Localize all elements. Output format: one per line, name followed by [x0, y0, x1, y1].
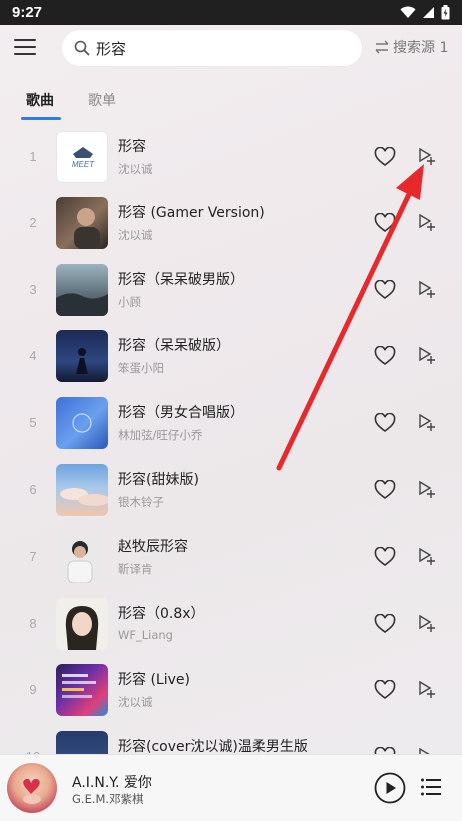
song-title: 形容（男女合唱版）	[118, 405, 244, 421]
add-to-playlist-icon[interactable]	[417, 280, 437, 300]
song-title: 形容(甜妹版)	[118, 472, 199, 488]
song-cover	[56, 598, 108, 650]
menu-icon[interactable]	[14, 39, 36, 57]
search-source-button[interactable]: 搜索源 1	[374, 37, 448, 57]
status-icons	[400, 5, 450, 20]
song-title: 形容 (Live)	[118, 672, 190, 688]
song-index: 5	[29, 415, 37, 430]
cover-text: MEET	[72, 160, 95, 169]
signal-icon	[423, 7, 434, 18]
song-index: 3	[29, 282, 37, 297]
song-row[interactable]: 7 赵牧辰形容 靳译肯	[0, 524, 462, 590]
song-artist: 银木铃子	[118, 495, 164, 509]
search-source-label: 搜索源 1	[393, 40, 449, 56]
top-bar: 形容 搜索源 1	[0, 25, 462, 71]
tab-bar: 歌曲 歌单	[0, 86, 462, 122]
heart-icon[interactable]	[374, 346, 396, 366]
song-index: 9	[29, 682, 37, 697]
song-cover	[56, 531, 108, 583]
song-artist: 沈以诚	[118, 695, 153, 709]
add-to-playlist-icon[interactable]	[417, 346, 437, 366]
song-row[interactable]: 4 形容（呆呆破版） 笨蛋小阳	[0, 323, 462, 389]
add-to-playlist-icon[interactable]	[417, 614, 437, 634]
add-to-playlist-icon[interactable]	[417, 213, 437, 233]
song-index: 1	[29, 149, 37, 164]
tab-songs[interactable]: 歌曲	[26, 90, 54, 110]
song-title: 形容	[118, 139, 146, 155]
song-index: 4	[29, 348, 37, 363]
song-artist: 靳译肯	[118, 562, 153, 576]
song-artist: 笨蛋小阳	[118, 361, 164, 375]
add-to-playlist-icon[interactable]	[417, 147, 437, 167]
song-title: 形容（0.8x）	[118, 606, 205, 622]
add-to-playlist-icon[interactable]	[417, 480, 437, 500]
song-index: 6	[29, 482, 37, 497]
heart-icon[interactable]	[374, 280, 396, 300]
heart-icon[interactable]	[374, 680, 396, 700]
play-icon[interactable]	[374, 772, 406, 804]
now-playing-artist: G.E.M.邓紫棋	[72, 792, 144, 806]
search-icon	[74, 40, 90, 56]
heart-icon[interactable]	[374, 480, 396, 500]
add-to-playlist-icon[interactable]	[417, 680, 437, 700]
heart-icon[interactable]	[374, 547, 396, 567]
add-to-playlist-icon[interactable]	[417, 547, 437, 567]
status-time: 9:27	[12, 4, 43, 21]
tab-playlists[interactable]: 歌单	[88, 90, 116, 110]
song-cover	[56, 664, 108, 716]
song-row[interactable]: 6 形容(甜妹版) 银木铃子	[0, 457, 462, 523]
song-title: 赵牧辰形容	[118, 539, 188, 555]
song-index: 2	[29, 215, 37, 230]
playlist-queue-icon[interactable]	[420, 776, 442, 798]
song-cover	[56, 264, 108, 316]
heart-icon[interactable]	[374, 413, 396, 433]
song-title: 形容（呆呆破男版）	[118, 272, 244, 288]
song-title: 形容(cover沈以诚)温柔男生版	[118, 739, 308, 755]
wifi-icon	[400, 6, 416, 18]
now-playing-cover	[7, 763, 57, 813]
song-row[interactable]: 1 MEET 形容 沈以诚	[0, 124, 462, 190]
song-row[interactable]: 3 形容（呆呆破男版） 小顾	[0, 257, 462, 323]
heart-icon[interactable]	[374, 147, 396, 167]
status-bar: 9:27	[0, 0, 462, 25]
song-index: 8	[29, 616, 37, 631]
song-row[interactable]: 8 形容（0.8x） WF_Liang	[0, 591, 462, 657]
swap-icon	[375, 40, 389, 54]
song-artist: 林加弦/旺仔小乔	[118, 428, 203, 442]
song-row[interactable]: 2 形容 (Gamer Version) 沈以诚	[0, 190, 462, 256]
song-cover	[56, 464, 108, 516]
song-cover	[56, 397, 108, 449]
add-to-playlist-icon[interactable]	[417, 413, 437, 433]
song-row[interactable]: 5 形容（男女合唱版） 林加弦/旺仔小乔	[0, 390, 462, 456]
song-artist: 小顾	[118, 295, 141, 309]
song-cover	[56, 197, 108, 249]
song-row[interactable]: 9 形容 (Live) 沈以诚	[0, 657, 462, 723]
song-title: 形容 (Gamer Version)	[118, 205, 265, 221]
battery-icon	[441, 5, 450, 20]
song-cover	[56, 330, 108, 382]
search-input[interactable]: 形容	[62, 30, 362, 66]
now-playing-title: A.I.N.Y. 爱你	[72, 775, 152, 791]
heart-icon[interactable]	[374, 614, 396, 634]
song-artist: 沈以诚	[118, 162, 153, 176]
song-index: 7	[29, 549, 37, 564]
song-cover: MEET	[56, 131, 108, 183]
heart-icon[interactable]	[374, 213, 396, 233]
mini-player[interactable]: A.I.N.Y. 爱你 G.E.M.邓紫棋	[0, 754, 462, 821]
song-title: 形容（呆呆破版）	[118, 338, 230, 354]
song-artist: WF_Liang	[118, 628, 173, 642]
song-artist: 沈以诚	[118, 228, 153, 242]
search-query: 形容	[96, 39, 127, 58]
tab-indicator	[21, 117, 61, 120]
